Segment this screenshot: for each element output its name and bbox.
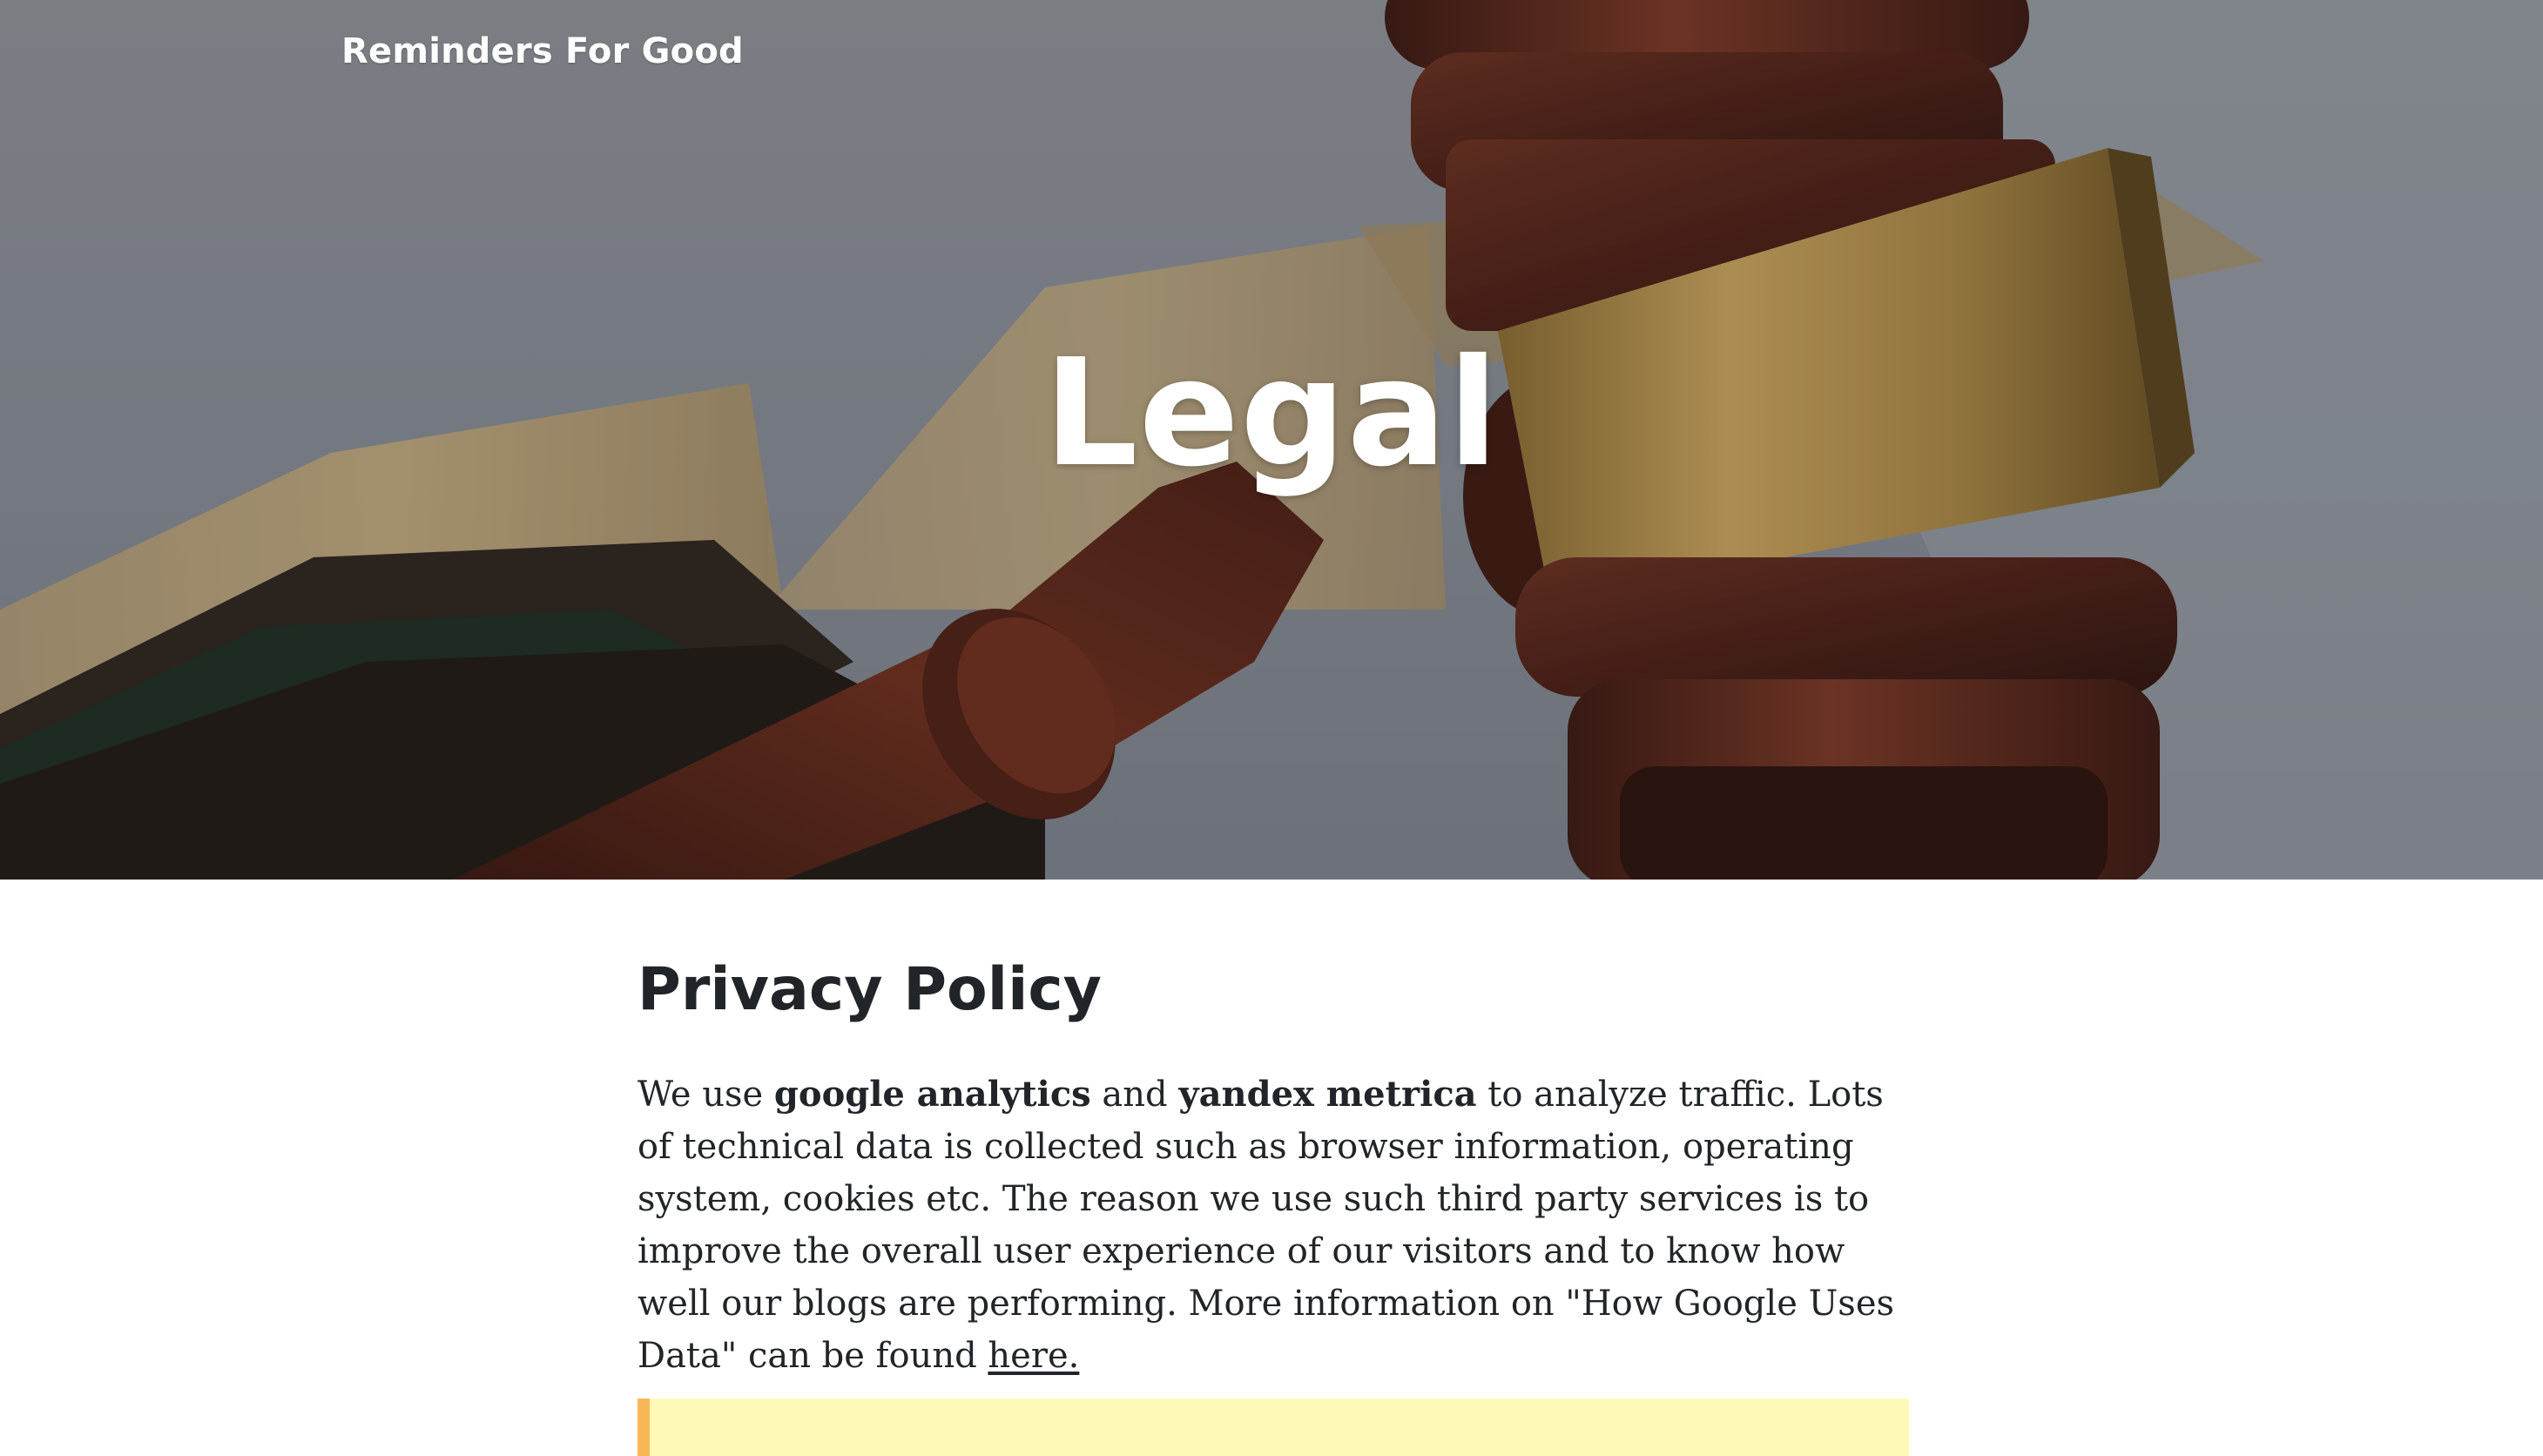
para-text: We use <box>637 1074 774 1115</box>
hero-banner: Reminders For Good Legal <box>0 0 2543 880</box>
para-text: and <box>1090 1074 1179 1115</box>
google-data-link[interactable]: here. <box>988 1336 1079 1376</box>
main-content: Privacy Policy We use google analytics a… <box>637 955 1909 1382</box>
page-title: Legal <box>1043 327 1500 500</box>
brand-link[interactable]: Reminders For Good <box>341 31 744 71</box>
para-text: to analyze traffic. Lots of technical da… <box>637 1074 1895 1376</box>
notice-callout <box>637 1399 1909 1456</box>
yandex-metrica-text: yandex metrica <box>1178 1073 1477 1115</box>
privacy-paragraph: We use google analytics and yandex metri… <box>637 1068 1909 1382</box>
google-analytics-text: google analytics <box>773 1073 1091 1115</box>
privacy-policy-heading: Privacy Policy <box>637 955 1103 1024</box>
